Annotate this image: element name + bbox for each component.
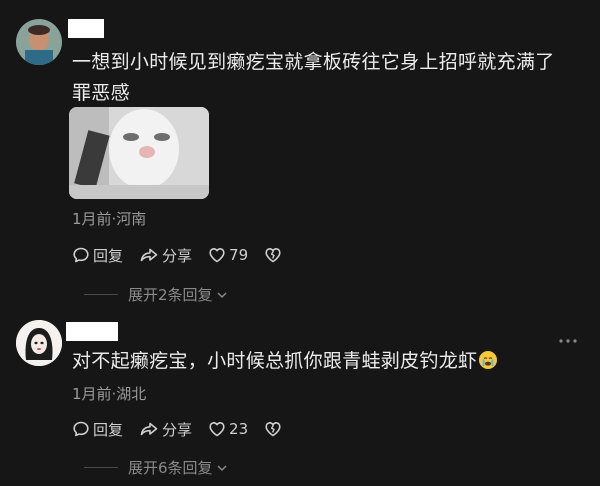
like-count: 23 [229, 420, 249, 438]
heart-icon [209, 248, 225, 263]
comment-meta: 1月前·河南 [72, 210, 147, 228]
crying-face-icon [479, 351, 498, 369]
comment-image-thumbnail[interactable] [69, 107, 209, 199]
share-button[interactable]: 分享 [139, 419, 192, 440]
reply-icon [73, 421, 89, 437]
share-label: 分享 [162, 420, 193, 439]
avatar[interactable] [16, 19, 62, 65]
divider-line [84, 294, 118, 295]
comment-meta: 1月前·湖北 [72, 385, 147, 403]
avatar[interactable] [16, 320, 62, 366]
action-bar: 回复 分享 23 [72, 418, 301, 440]
dislike-button[interactable] [264, 420, 285, 438]
like-button[interactable]: 79 [208, 246, 248, 264]
expand-replies-label: 展开6条回复 [128, 459, 213, 477]
chevron-down-icon [217, 464, 227, 471]
expand-replies-button[interactable]: 展开2条回复 [84, 284, 229, 305]
like-count: 79 [229, 246, 249, 264]
reply-button[interactable]: 回复 [72, 245, 123, 266]
reply-button[interactable]: 回复 [72, 419, 123, 440]
share-button[interactable]: 分享 [139, 245, 192, 266]
broken-heart-icon [265, 422, 281, 437]
more-dots-icon [559, 339, 577, 343]
expand-replies-button[interactable]: 展开6条回复 [84, 457, 229, 478]
share-icon [140, 248, 158, 262]
share-label: 分享 [162, 246, 193, 265]
broken-heart-icon [265, 248, 281, 263]
like-button[interactable]: 23 [208, 420, 248, 438]
reply-label: 回复 [93, 420, 124, 439]
comment-text-row: 对不起癞疙宝，小时候总抓你跟青蛙剥皮钓龙虾 [72, 346, 572, 377]
share-icon [140, 422, 158, 436]
reply-label: 回复 [93, 246, 124, 265]
username-redacted[interactable] [66, 322, 118, 341]
divider-line [84, 467, 118, 468]
dislike-button[interactable] [264, 246, 285, 264]
chevron-down-icon [217, 291, 227, 298]
reply-icon [73, 247, 89, 263]
username-redacted[interactable] [68, 19, 104, 38]
comment-text: 一想到小时候见到癞疙宝就拿板砖往它身上招呼就充满了罪恶感 [72, 51, 555, 104]
action-bar: 回复 分享 79 [72, 244, 301, 266]
comment-text: 对不起癞疙宝，小时候总抓你跟青蛙剥皮钓龙虾 [72, 350, 478, 372]
heart-icon [209, 422, 225, 437]
expand-replies-label: 展开2条回复 [128, 286, 213, 304]
